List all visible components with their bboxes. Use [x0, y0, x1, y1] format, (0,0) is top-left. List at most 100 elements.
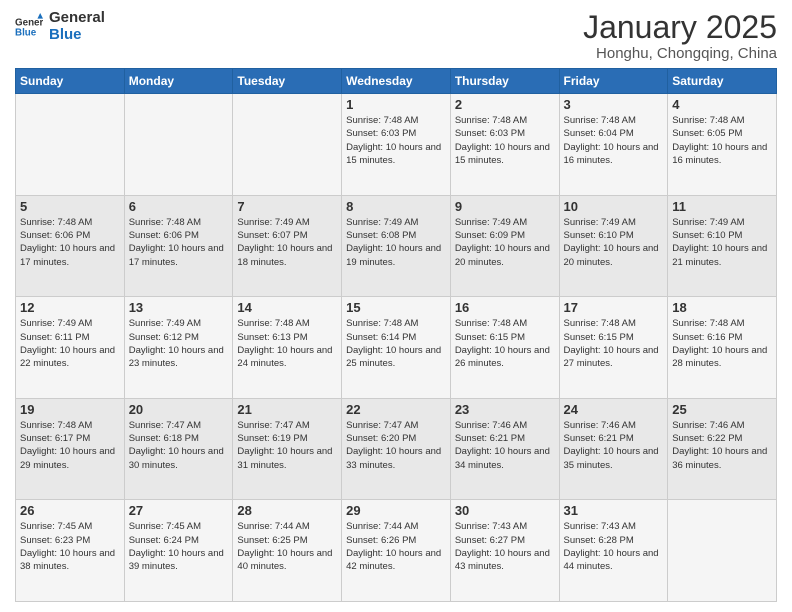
day-info: Sunrise: 7:46 AMSunset: 6:22 PMDaylight:…	[672, 419, 772, 472]
day-info: Sunrise: 7:44 AMSunset: 6:26 PMDaylight:…	[346, 520, 446, 573]
day-number: 23	[455, 402, 555, 417]
calendar-header-cell: Saturday	[668, 69, 777, 94]
calendar-day-cell: 15 Sunrise: 7:48 AMSunset: 6:14 PMDayligh…	[342, 297, 451, 399]
day-number: 25	[672, 402, 772, 417]
day-info: Sunrise: 7:49 AMSunset: 6:10 PMDaylight:…	[564, 216, 664, 269]
day-info: Sunrise: 7:49 AMSunset: 6:12 PMDaylight:…	[129, 317, 229, 370]
calendar-header-cell: Thursday	[450, 69, 559, 94]
calendar-week-row: 12 Sunrise: 7:49 AMSunset: 6:11 PMDayligh…	[16, 297, 777, 399]
calendar-day-cell: 3Sunrise: 7:48 AMSunset: 6:04 PMDaylight…	[559, 94, 668, 196]
calendar-day-cell: 16 Sunrise: 7:48 AMSunset: 6:15 PMDayligh…	[450, 297, 559, 399]
location: Honghu, Chongqing, China	[583, 45, 777, 62]
calendar-day-cell: 10 Sunrise: 7:49 AMSunset: 6:10 PMDayligh…	[559, 195, 668, 297]
calendar-day-cell: 18Sunrise: 7:48 AMSunset: 6:16 PMDayligh…	[668, 297, 777, 399]
day-info: Sunrise: 7:48 AMSunset: 6:04 PMDaylight:…	[564, 114, 664, 167]
day-number: 20	[129, 402, 229, 417]
day-info: Sunrise: 7:48 AMSunset: 6:06 PMDaylight:…	[129, 216, 229, 269]
calendar-day-cell: 1 Sunrise: 7:48 AMSunset: 6:03 PMDaylight…	[342, 94, 451, 196]
calendar-day-cell: 14 Sunrise: 7:48 AMSunset: 6:13 PMDayligh…	[233, 297, 342, 399]
calendar-header-cell: Sunday	[16, 69, 125, 94]
calendar-day-cell: 4Sunrise: 7:48 AMSunset: 6:05 PMDaylight…	[668, 94, 777, 196]
day-number: 27	[129, 503, 229, 518]
day-info: Sunrise: 7:45 AMSunset: 6:23 PMDaylight:…	[20, 520, 120, 573]
day-info: Sunrise: 7:49 AMSunset: 6:10 PMDaylight:…	[672, 216, 772, 269]
day-info: Sunrise: 7:48 AMSunset: 6:15 PMDaylight:…	[564, 317, 664, 370]
calendar-day-cell: 8 Sunrise: 7:49 AMSunset: 6:08 PMDaylight…	[342, 195, 451, 297]
day-info: Sunrise: 7:47 AMSunset: 6:19 PMDaylight:…	[237, 419, 337, 472]
day-number: 2	[455, 97, 555, 112]
calendar-header-cell: Tuesday	[233, 69, 342, 94]
day-number: 7	[237, 199, 337, 214]
calendar-day-cell: 29 Sunrise: 7:44 AMSunset: 6:26 PMDayligh…	[342, 500, 451, 602]
logo-general: General	[49, 10, 105, 27]
title-block: January 2025 Honghu, Chongqing, China	[583, 10, 777, 62]
calendar-day-cell	[124, 94, 233, 196]
calendar-day-cell: 17Sunrise: 7:48 AMSunset: 6:15 PMDayligh…	[559, 297, 668, 399]
day-number: 10	[564, 199, 664, 214]
calendar-day-cell	[233, 94, 342, 196]
calendar-table: SundayMondayTuesdayWednesdayThursdayFrid…	[15, 68, 777, 602]
calendar-day-cell: 27 Sunrise: 7:45 AMSunset: 6:24 PMDayligh…	[124, 500, 233, 602]
day-info: Sunrise: 7:48 AMSunset: 6:15 PMDaylight:…	[455, 317, 555, 370]
calendar-header-cell: Wednesday	[342, 69, 451, 94]
day-number: 12	[20, 300, 120, 315]
calendar-day-cell: 12 Sunrise: 7:49 AMSunset: 6:11 PMDayligh…	[16, 297, 125, 399]
calendar-day-cell: 9 Sunrise: 7:49 AMSunset: 6:09 PMDaylight…	[450, 195, 559, 297]
logo-blue: Blue	[49, 27, 105, 44]
day-info: Sunrise: 7:49 AMSunset: 6:09 PMDaylight:…	[455, 216, 555, 269]
page: General Blue General Blue January 2025 H…	[0, 0, 792, 612]
day-info: Sunrise: 7:46 AMSunset: 6:21 PMDaylight:…	[564, 419, 664, 472]
logo: General Blue General Blue	[15, 10, 105, 43]
calendar-day-cell	[16, 94, 125, 196]
calendar-day-cell	[668, 500, 777, 602]
calendar-day-cell: 13 Sunrise: 7:49 AMSunset: 6:12 PMDayligh…	[124, 297, 233, 399]
calendar-week-row: 5Sunrise: 7:48 AMSunset: 6:06 PMDaylight…	[16, 195, 777, 297]
calendar-week-row: 26 Sunrise: 7:45 AMSunset: 6:23 PMDayligh…	[16, 500, 777, 602]
day-number: 26	[20, 503, 120, 518]
day-number: 29	[346, 503, 446, 518]
calendar-header-row: SundayMondayTuesdayWednesdayThursdayFrid…	[16, 69, 777, 94]
day-number: 14	[237, 300, 337, 315]
calendar-header-cell: Friday	[559, 69, 668, 94]
calendar-day-cell: 28 Sunrise: 7:44 AMSunset: 6:25 PMDayligh…	[233, 500, 342, 602]
month-title: January 2025	[583, 10, 777, 45]
calendar-day-cell: 19Sunrise: 7:48 AMSunset: 6:17 PMDayligh…	[16, 398, 125, 500]
day-number: 13	[129, 300, 229, 315]
day-info: Sunrise: 7:43 AMSunset: 6:27 PMDaylight:…	[455, 520, 555, 573]
day-number: 4	[672, 97, 772, 112]
day-info: Sunrise: 7:47 AMSunset: 6:20 PMDaylight:…	[346, 419, 446, 472]
calendar-day-cell: 22Sunrise: 7:47 AMSunset: 6:20 PMDayligh…	[342, 398, 451, 500]
day-info: Sunrise: 7:48 AMSunset: 6:13 PMDaylight:…	[237, 317, 337, 370]
day-info: Sunrise: 7:48 AMSunset: 6:03 PMDaylight:…	[346, 114, 446, 167]
day-info: Sunrise: 7:48 AMSunset: 6:06 PMDaylight:…	[20, 216, 120, 269]
calendar-day-cell: 6 Sunrise: 7:48 AMSunset: 6:06 PMDaylight…	[124, 195, 233, 297]
day-number: 6	[129, 199, 229, 214]
day-info: Sunrise: 7:44 AMSunset: 6:25 PMDaylight:…	[237, 520, 337, 573]
day-info: Sunrise: 7:49 AMSunset: 6:08 PMDaylight:…	[346, 216, 446, 269]
logo-icon: General Blue	[15, 13, 43, 41]
day-number: 16	[455, 300, 555, 315]
day-number: 11	[672, 199, 772, 214]
day-info: Sunrise: 7:43 AMSunset: 6:28 PMDaylight:…	[564, 520, 664, 573]
header: General Blue General Blue January 2025 H…	[15, 10, 777, 62]
day-number: 9	[455, 199, 555, 214]
calendar-day-cell: 20Sunrise: 7:47 AMSunset: 6:18 PMDayligh…	[124, 398, 233, 500]
day-info: Sunrise: 7:48 AMSunset: 6:14 PMDaylight:…	[346, 317, 446, 370]
day-info: Sunrise: 7:46 AMSunset: 6:21 PMDaylight:…	[455, 419, 555, 472]
day-number: 15	[346, 300, 446, 315]
calendar-day-cell: 24 Sunrise: 7:46 AMSunset: 6:21 PMDayligh…	[559, 398, 668, 500]
day-number: 28	[237, 503, 337, 518]
day-number: 18	[672, 300, 772, 315]
day-number: 24	[564, 402, 664, 417]
day-number: 1	[346, 97, 446, 112]
calendar-day-cell: 31Sunrise: 7:43 AMSunset: 6:28 PMDayligh…	[559, 500, 668, 602]
day-number: 8	[346, 199, 446, 214]
day-info: Sunrise: 7:45 AMSunset: 6:24 PMDaylight:…	[129, 520, 229, 573]
calendar-day-cell: 21 Sunrise: 7:47 AMSunset: 6:19 PMDayligh…	[233, 398, 342, 500]
calendar-day-cell: 23 Sunrise: 7:46 AMSunset: 6:21 PMDayligh…	[450, 398, 559, 500]
day-info: Sunrise: 7:49 AMSunset: 6:11 PMDaylight:…	[20, 317, 120, 370]
calendar-week-row: 19Sunrise: 7:48 AMSunset: 6:17 PMDayligh…	[16, 398, 777, 500]
calendar-day-cell: 7Sunrise: 7:49 AMSunset: 6:07 PMDaylight…	[233, 195, 342, 297]
calendar-day-cell: 25 Sunrise: 7:46 AMSunset: 6:22 PMDayligh…	[668, 398, 777, 500]
day-number: 21	[237, 402, 337, 417]
